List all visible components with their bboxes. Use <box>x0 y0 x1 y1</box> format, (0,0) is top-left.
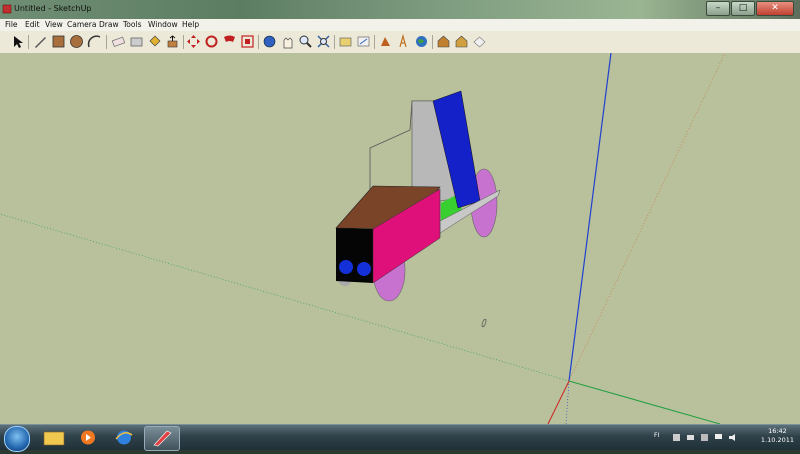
toolbar-separator <box>258 35 259 49</box>
orbit-icon[interactable] <box>262 34 277 49</box>
arc-icon[interactable] <box>87 34 102 49</box>
window-controls: – □ ✕ <box>705 1 794 16</box>
maximize-button[interactable]: □ <box>731 1 755 16</box>
share-model-icon[interactable] <box>454 34 469 49</box>
menu-draw[interactable]: Draw <box>99 20 119 29</box>
drawing-viewport[interactable] <box>0 53 800 424</box>
taskbar: FI 16:42 1.10.2011 <box>0 424 800 452</box>
toolbar-separator <box>28 35 29 49</box>
tape-icon[interactable] <box>129 34 144 49</box>
sketchup-app-icon <box>2 4 12 14</box>
components-icon[interactable] <box>338 34 353 49</box>
toolbar-separator <box>432 35 433 49</box>
menu-window[interactable]: Window <box>148 20 178 29</box>
menu-tools[interactable]: Tools <box>123 20 141 29</box>
toolbar-separator <box>183 35 184 49</box>
monitor-icon[interactable] <box>714 433 723 442</box>
clock[interactable]: 16:42 1.10.2011 <box>761 427 794 445</box>
menu-view[interactable]: View <box>45 20 63 29</box>
pencil-icon[interactable] <box>33 34 48 49</box>
battery-icon[interactable] <box>686 433 695 442</box>
section-plane-icon[interactable] <box>378 34 393 49</box>
push-pull-icon[interactable] <box>165 34 180 49</box>
zoom-extents-icon[interactable] <box>316 34 331 49</box>
close-button[interactable]: ✕ <box>756 1 794 16</box>
offset-icon[interactable] <box>222 34 237 49</box>
minimize-button[interactable]: – <box>706 1 730 16</box>
3d-warehouse-icon[interactable] <box>472 34 487 49</box>
network-icon[interactable] <box>700 433 709 442</box>
red-axis-solid <box>547 380 570 424</box>
clock-time: 16:42 <box>768 427 787 435</box>
system-tray: FI 16:42 1.10.2011 <box>650 425 800 450</box>
car-model[interactable] <box>335 90 501 302</box>
window-title: Untitled - SketchUp <box>14 4 92 13</box>
clock-date: 1.10.2011 <box>760 436 794 444</box>
pan-icon[interactable] <box>280 34 295 49</box>
menu-edit[interactable]: Edit <box>25 20 40 29</box>
blue-axis-solid <box>568 53 612 382</box>
volume-icon[interactable] <box>728 433 737 442</box>
green-axis-dotted <box>0 213 570 382</box>
headlight-right <box>357 262 371 276</box>
toolbar-separator <box>334 35 335 49</box>
sketchup-taskbar-button[interactable] <box>144 426 180 451</box>
menu-camera[interactable]: Camera <box>67 20 96 29</box>
menu-help[interactable]: Help <box>182 20 199 29</box>
move-icon[interactable] <box>186 34 201 49</box>
text-icon[interactable] <box>396 34 411 49</box>
start-button[interactable] <box>4 426 30 452</box>
circle-icon[interactable] <box>69 34 84 49</box>
title-bar: Untitled - SketchUp – □ ✕ <box>0 0 800 19</box>
scale-icon[interactable] <box>240 34 255 49</box>
select-icon[interactable] <box>10 34 25 49</box>
media-player-taskbar-icon[interactable] <box>74 427 102 448</box>
warehouse-icon[interactable] <box>436 34 451 49</box>
dimensions-icon[interactable] <box>356 34 371 49</box>
rotate-icon[interactable] <box>204 34 219 49</box>
eraser-icon[interactable] <box>111 34 126 49</box>
cursor-marker <box>481 318 487 328</box>
flag-icon[interactable] <box>672 433 681 442</box>
toolbar-separator <box>374 35 375 49</box>
toolbar <box>0 31 800 54</box>
toolbar-separator <box>106 35 107 49</box>
language-indicator[interactable]: FI <box>654 432 659 439</box>
headlight-left <box>339 260 353 274</box>
rectangle-icon[interactable] <box>51 34 66 49</box>
internet-explorer-taskbar-icon[interactable] <box>110 427 138 448</box>
green-axis-solid <box>568 380 721 424</box>
sketchup-taskbar-icon <box>153 430 172 447</box>
red-axis-dotted <box>568 53 726 382</box>
menu-file[interactable]: File <box>5 20 18 29</box>
zoom-icon[interactable] <box>298 34 313 49</box>
blue-axis-dotted <box>565 380 570 424</box>
explorer-taskbar-icon[interactable] <box>40 427 68 448</box>
google-earth-icon[interactable] <box>414 34 429 49</box>
paint-bucket-icon[interactable] <box>147 34 162 49</box>
